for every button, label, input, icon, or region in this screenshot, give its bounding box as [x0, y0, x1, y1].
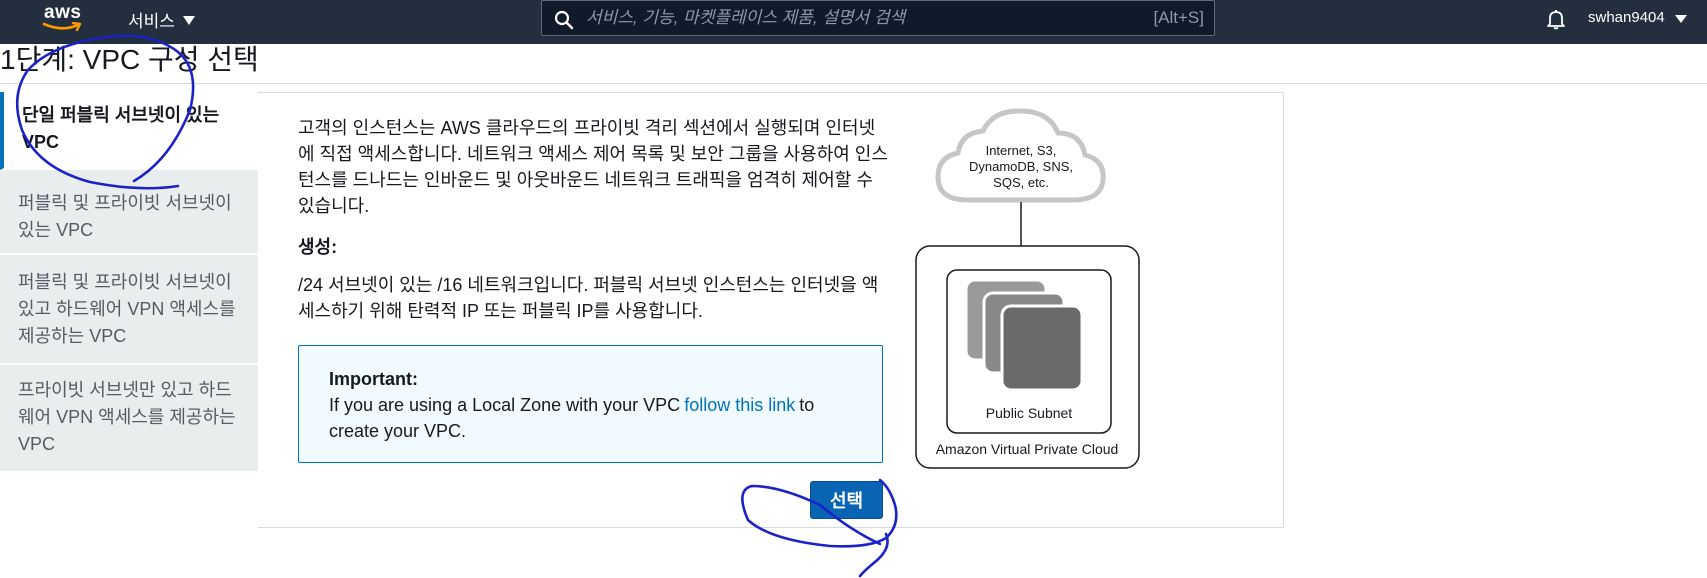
aws-smile-icon	[42, 22, 82, 32]
tab-public-private-subnets[interactable]: 퍼블릭 및 프라이빗 서브넷이 있는 VPC	[0, 170, 258, 255]
important-notice: Important: If you are using a Local Zone…	[298, 345, 883, 463]
cloud-label-line1: Internet, S3,	[986, 143, 1057, 158]
caret-down-icon	[1674, 14, 1687, 23]
search-box[interactable]: [Alt+S]	[541, 0, 1215, 36]
services-menu[interactable]: 서비스	[128, 5, 195, 33]
services-label: 서비스	[128, 11, 175, 31]
local-zone-link[interactable]: follow this link	[684, 395, 795, 415]
creates-description: /24 서브넷이 있는 /16 네트워크입니다. 퍼블릭 서브넷 인스턴스는 인…	[298, 275, 879, 321]
tab-private-only-vpn[interactable]: 프라이빗 서브넷만 있고 하드웨어 VPN 액세스를 제공하는 VPC	[0, 365, 258, 473]
tab-label: 퍼블릭 및 프라이빗 서브넷이 있고 하드웨어 VPN 액세스를 제공하는 VP…	[18, 272, 236, 346]
caret-down-icon	[182, 15, 195, 25]
search-input[interactable]	[586, 3, 1126, 33]
vpc-diagram: Internet, S3, DynamoDB, SNS, SQS, etc. P…	[915, 108, 1140, 469]
cloud-label-line3: SQS, etc.	[993, 175, 1049, 190]
page-title: 1단계: VPC 구성 선택	[0, 44, 259, 75]
user-menu[interactable]: swhan9404	[1588, 9, 1687, 26]
bell-icon[interactable]	[1545, 8, 1567, 30]
subnet-label: Public Subnet	[986, 405, 1073, 421]
cloud-label-line2: DynamoDB, SNS,	[969, 159, 1073, 174]
vpc-config-tabs: 단일 퍼블릭 서브넷이 있는 VPC 퍼블릭 및 프라이빗 서브넷이 있는 VP…	[0, 92, 258, 473]
header-divider	[0, 83, 1707, 84]
important-text-before: If you are using a Local Zone with your …	[329, 395, 681, 415]
tab-label: 단일 퍼블릭 서브넷이 있는 VPC	[22, 105, 220, 152]
creates-label: 생성:	[298, 237, 338, 257]
config-description: 고객의 인스턴스는 AWS 클라우드의 프라이빗 격리 섹션에서 실행되며 인터…	[298, 118, 888, 216]
tab-public-private-vpn[interactable]: 퍼블릭 및 프라이빗 서브넷이 있고 하드웨어 VPN 액세스를 제공하는 VP…	[0, 255, 258, 365]
search-icon	[554, 10, 574, 30]
important-title: Important:	[329, 369, 418, 389]
aws-logo[interactable]: aws	[38, 2, 90, 36]
tab-label: 퍼블릭 및 프라이빗 서브넷이 있는 VPC	[18, 193, 232, 240]
search-shortcut-hint: [Alt+S]	[1153, 8, 1204, 27]
vpc-label: Amazon Virtual Private Cloud	[936, 441, 1119, 457]
username: swhan9404	[1588, 9, 1665, 26]
circle-annotation-tail	[858, 532, 889, 578]
tab-label: 프라이빗 서브넷만 있고 하드웨어 VPN 액세스를 제공하는 VPC	[18, 380, 236, 454]
aws-logo-text: aws	[44, 2, 82, 23]
tab-single-public-subnet[interactable]: 단일 퍼블릭 서브넷이 있는 VPC	[0, 92, 258, 170]
vpc-config-panel: 고객의 인스턴스는 AWS 클라우드의 프라이빗 격리 섹션에서 실행되며 인터…	[258, 92, 1284, 528]
select-button[interactable]: 선택	[810, 481, 883, 519]
